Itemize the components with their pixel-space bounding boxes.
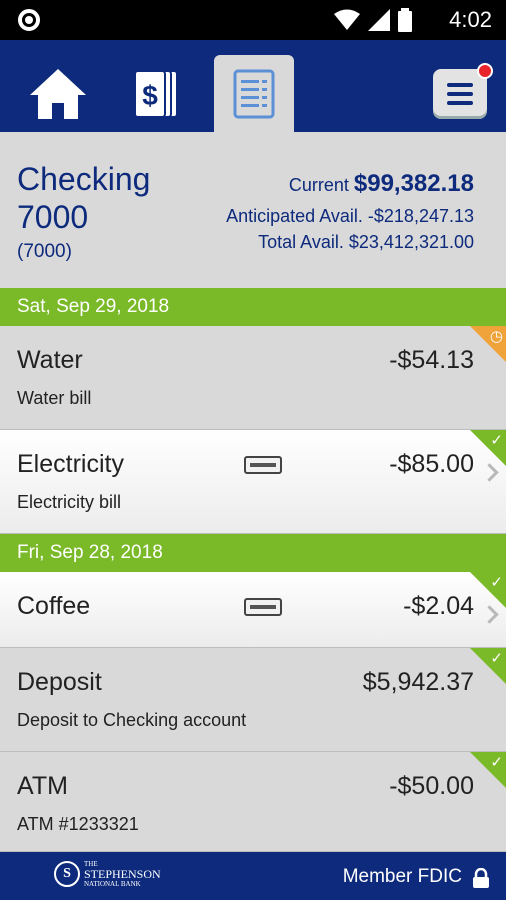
nav-home-tab[interactable] [18, 56, 98, 132]
transaction-row-water[interactable]: Water Water bill -$54.13 ◷ [0, 326, 506, 430]
wifi-icon [334, 9, 360, 30]
hamburger-menu-icon [433, 63, 493, 119]
transaction-description: ATM #1233321 [17, 814, 139, 834]
transaction-name: Electricity [17, 450, 124, 478]
transaction-row-atm[interactable]: ATM ATM #1233321 -$50.00 ✓ [0, 752, 506, 852]
member-fdic-label: Member FDIC [342, 866, 462, 887]
check-icon: ✓ [490, 432, 503, 449]
check-icon: ✓ [490, 754, 503, 771]
status-bar: 4:02 [0, 0, 506, 40]
record-icon [18, 9, 40, 31]
clock-icon: ◷ [489, 328, 503, 345]
svg-text:$: $ [142, 80, 158, 111]
transaction-row-deposit[interactable]: Deposit Deposit to Checking account $5,9… [0, 648, 506, 752]
current-balance-amount: $99,382.18 [353, 170, 474, 197]
account-header: Checking 7000 (7000) Current $99,382.18 … [0, 132, 506, 288]
status-icons [334, 8, 412, 32]
transaction-name: ATM [17, 772, 68, 800]
bank-logo-text: THE STEPHENSON NATIONAL BANK [84, 860, 161, 888]
signal-icon [368, 9, 390, 31]
nav-payments-tab[interactable]: $ [118, 56, 198, 132]
battery-icon [398, 8, 412, 32]
check-icon: ✓ [490, 574, 503, 591]
dollar-bill-icon: $ [134, 70, 178, 118]
status-time: 4:02 [449, 7, 492, 32]
document-list-icon [233, 69, 275, 118]
total-balance-amount: $23,412,321.00 [348, 232, 474, 252]
total-balance: Total Avail. $23,412,321.00 [258, 232, 474, 253]
chevron-right-icon [480, 463, 499, 482]
transaction-amount: -$2.04 [403, 592, 474, 620]
date-header: Fri, Sep 28, 2018 [0, 534, 506, 572]
transaction-row-coffee[interactable]: Coffee -$2.04 ✓ [0, 572, 506, 648]
transaction-amount: $5,942.37 [362, 668, 474, 696]
transaction-name: Coffee [17, 592, 91, 620]
date-header: Sat, Sep 29, 2018 [0, 288, 506, 326]
top-nav: $ [0, 40, 506, 132]
transaction-amount: -$85.00 [389, 450, 474, 478]
current-balance-label: Current [288, 175, 349, 195]
anticipated-balance: Anticipated Avail. -$218,247.13 [226, 206, 474, 227]
transaction-name: Deposit [17, 668, 102, 696]
transaction-description: Water bill [17, 388, 92, 408]
notification-dot [477, 63, 493, 79]
footer: S THE STEPHENSON NATIONAL BANK Member FD… [0, 852, 506, 900]
anticipated-balance-amount: -$218,247.13 [367, 206, 474, 226]
transaction-description: Deposit to Checking account [17, 710, 247, 730]
transaction-name: Water [17, 346, 83, 374]
bank-seal-icon: S [54, 861, 80, 887]
card-icon [244, 598, 282, 616]
check-icon: ✓ [490, 650, 503, 667]
anticipated-balance-label: Anticipated Avail. [226, 206, 363, 226]
account-number: (7000) [17, 241, 72, 262]
chevron-right-icon [480, 605, 499, 624]
current-balance: Current $99,382.18 [289, 170, 474, 198]
transaction-amount: -$54.13 [389, 346, 474, 374]
account-name: Checking 7000 [17, 161, 151, 235]
lock-icon [473, 868, 489, 888]
nav-transactions-tab[interactable] [214, 55, 294, 132]
card-icon [244, 456, 282, 474]
transaction-description: Electricity bill [17, 492, 122, 512]
nav-menu-button[interactable] [420, 56, 500, 132]
home-icon [30, 69, 86, 119]
transaction-amount: -$50.00 [389, 772, 474, 800]
total-balance-label: Total Avail. [258, 232, 344, 252]
transaction-row-electricity[interactable]: Electricity Electricity bill -$85.00 ✓ [0, 430, 506, 534]
bank-logo[interactable]: S THE STEPHENSON NATIONAL BANK [54, 860, 161, 888]
